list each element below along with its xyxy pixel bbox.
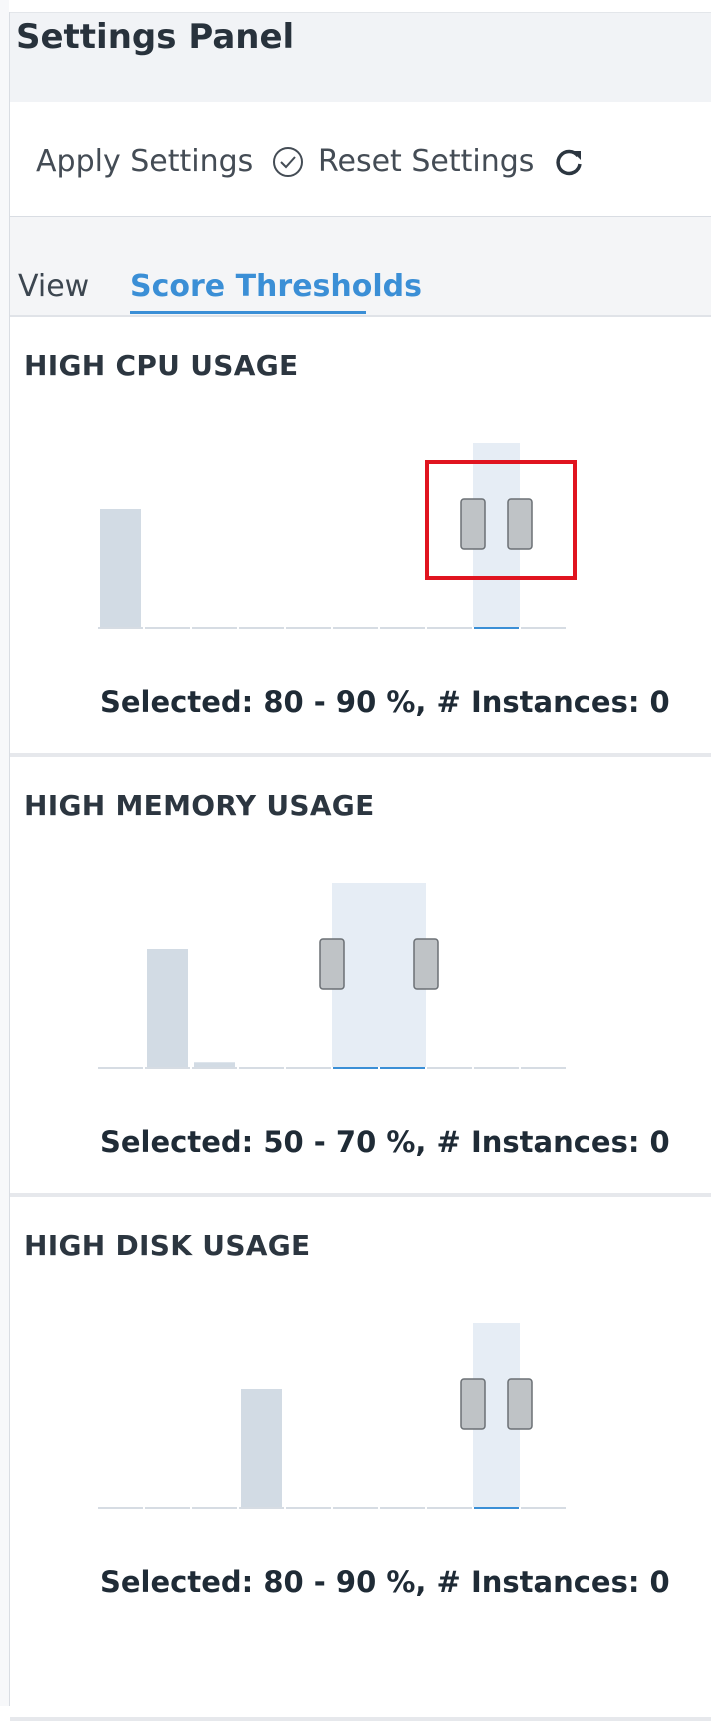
- active-tab-indicator: [130, 311, 366, 314]
- histogram-baseline-segment: [192, 1507, 237, 1509]
- histogram-baseline-segment: [474, 627, 519, 629]
- range-slider-handle[interactable]: [413, 938, 439, 990]
- settings-panel: Settings Panel Apply Settings Reset Sett…: [9, 12, 711, 1721]
- range-slider-handle[interactable]: [507, 1378, 533, 1430]
- tab-view[interactable]: View: [18, 269, 89, 304]
- histogram-baseline-segment: [98, 1507, 143, 1509]
- histogram-baseline-segment: [239, 1507, 284, 1509]
- tab-bar: View Score Thresholds: [10, 217, 711, 317]
- histogram-baseline-segment: [145, 1507, 190, 1509]
- reset-settings-label: Reset Settings: [318, 144, 535, 179]
- histogram-baseline-segment: [427, 1507, 472, 1509]
- histogram-baseline-segment: [333, 627, 378, 629]
- reset-settings-button[interactable]: Reset Settings: [318, 144, 586, 179]
- histogram-baseline-segment: [286, 1067, 331, 1069]
- threshold-section-cpu: HIGH CPU USAGE Selected: 80 - 90 %, # In…: [10, 317, 711, 757]
- histogram-baseline-segment: [521, 627, 566, 629]
- selection-summary-memory: Selected: 50 - 70 %, # Instances: 0: [100, 1125, 670, 1159]
- histogram-baseline-segment: [98, 627, 143, 629]
- histogram-baseline-segment: [521, 1067, 566, 1069]
- histogram-bar: [241, 1389, 282, 1507]
- histogram-bar: [147, 949, 188, 1067]
- tab-score-thresholds[interactable]: Score Thresholds: [130, 269, 422, 304]
- threshold-section-disk: HIGH DISK USAGE Selected: 80 - 90 %, # I…: [10, 1197, 711, 1721]
- panel-header: Settings Panel: [10, 12, 711, 103]
- selection-summary-cpu: Selected: 80 - 90 %, # Instances: 0: [100, 685, 670, 719]
- window-left-edge: [0, 0, 9, 1706]
- histogram-baseline-segment: [474, 1067, 519, 1069]
- histogram-baseline-segment: [427, 1067, 472, 1069]
- histogram-cpu: [98, 443, 566, 629]
- histogram-baseline-segment: [239, 627, 284, 629]
- histogram-baseline-segment: [474, 1507, 519, 1509]
- histogram-baseline-segment: [380, 627, 425, 629]
- histogram-baseline-segment: [380, 1507, 425, 1509]
- highlight-box: [425, 460, 577, 580]
- apply-settings-label: Apply Settings: [36, 144, 254, 179]
- apply-settings-button[interactable]: Apply Settings: [36, 144, 305, 179]
- histogram-memory: [98, 883, 566, 1069]
- selected-range-band: [332, 883, 426, 1067]
- range-slider-handle[interactable]: [460, 1378, 486, 1430]
- histogram-baseline-segment: [192, 627, 237, 629]
- refresh-icon: [552, 145, 586, 179]
- action-bar: Apply Settings Reset Settings: [10, 102, 711, 217]
- check-circle-icon: [271, 145, 305, 179]
- histogram-baseline-segment: [286, 627, 331, 629]
- range-slider-handle[interactable]: [319, 938, 345, 990]
- histogram-baseline-segment: [286, 1507, 331, 1509]
- histogram-baseline-segment: [239, 1067, 284, 1069]
- histogram-baseline-segment: [427, 627, 472, 629]
- histogram-baseline-segment: [145, 1067, 190, 1069]
- histogram-baseline-segment: [98, 1067, 143, 1069]
- histogram-baseline-segment: [192, 1067, 237, 1069]
- histogram-baseline-segment: [380, 1067, 425, 1069]
- histogram-bar: [194, 1062, 235, 1067]
- histogram-baseline-segment: [145, 627, 190, 629]
- threshold-section-memory: HIGH MEMORY USAGE Selected: 50 - 70 %, #…: [10, 757, 711, 1197]
- panel-title: Settings Panel: [16, 17, 295, 57]
- histogram-baseline-segment: [521, 1507, 566, 1509]
- histogram-bar: [100, 509, 141, 627]
- selection-summary-disk: Selected: 80 - 90 %, # Instances: 0: [100, 1565, 670, 1599]
- histogram-baseline-segment: [333, 1067, 378, 1069]
- histogram-baseline-segment: [333, 1507, 378, 1509]
- histogram-disk: [98, 1323, 566, 1509]
